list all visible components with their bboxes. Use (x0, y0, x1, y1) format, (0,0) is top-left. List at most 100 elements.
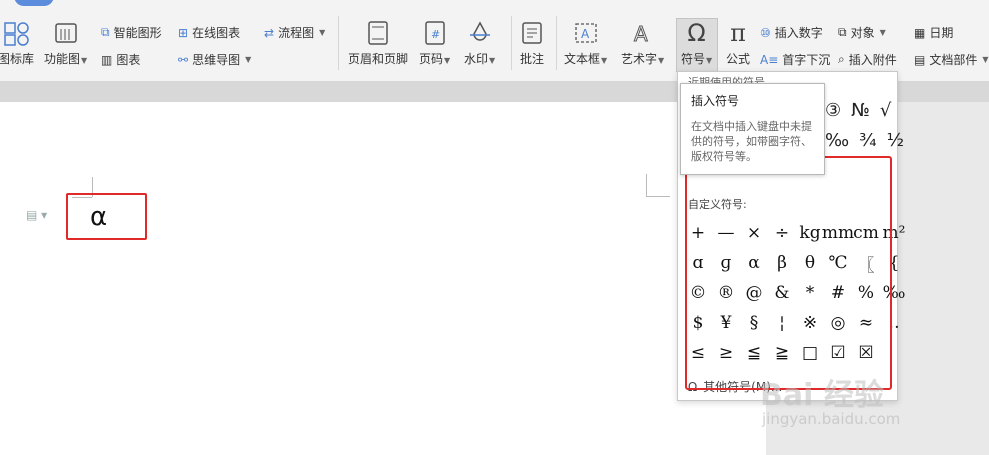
watermark-icon (468, 18, 492, 48)
flowchart-button[interactable]: ⇄ 流程图 ▼ (264, 24, 325, 41)
icon-library-label: 图标库 (0, 52, 35, 66)
recent-symbol[interactable]: ③ (825, 100, 841, 121)
insert-number-icon: ⑩ (760, 25, 771, 40)
omega-icon: Ω (687, 19, 706, 47)
tooltip: 插入符号 在文档中插入键盘中未提供的符号，如带圈字符、版权符号等。 (680, 83, 825, 175)
object-icon: ⧉ (838, 25, 847, 39)
date-label: 日期 (929, 26, 954, 40)
toolbar-separator (511, 16, 512, 70)
function-chart-label: 功能图 (44, 52, 81, 66)
drop-cap-label: 首字下沉 (782, 53, 831, 67)
chart-label: 图表 (116, 53, 141, 67)
chart-button[interactable]: ▥ 图表 (101, 51, 140, 68)
baidu-watermark: Bai 经验 (760, 378, 884, 413)
recent-symbol[interactable]: √ (880, 100, 891, 121)
paperclip-icon: ⌕ (838, 52, 845, 66)
active-tab-indicator (14, 0, 54, 6)
svg-text:A: A (581, 27, 590, 41)
function-chart-button[interactable]: 功能图▼ (44, 18, 87, 67)
ribbon-toolbar: 图标库 功能图▼ ⧉ 智能图形 ▥ 图表 ⊞ 在线图表 ⚯ 思维导图 ▼ ⇄ 流… (0, 0, 989, 82)
page-number-button[interactable]: # 页码▼ (419, 18, 450, 67)
mind-map-icon: ⚯ (178, 52, 189, 67)
online-chart-button[interactable]: ⊞ 在线图表 (178, 24, 240, 41)
annotation-highlight-box (685, 156, 892, 390)
toolbar-separator (556, 16, 557, 70)
header-footer-icon (366, 18, 390, 48)
symbol-button[interactable]: Ω 符号▼ (681, 18, 712, 67)
calendar-icon: ▦ (914, 25, 926, 40)
symbol-label: 符号 (681, 52, 706, 66)
object-label: 对象 (850, 26, 875, 40)
insert-number-button[interactable]: ⑩ 插入数字 (760, 24, 823, 41)
recent-symbol[interactable]: ¾ (859, 130, 876, 151)
word-art-button[interactable]: A 艺术字▼ (621, 18, 664, 67)
margin-corner-mark (646, 174, 647, 196)
comment-label: 批注 (520, 52, 545, 66)
chevron-down-icon: ▼ (245, 55, 252, 64)
header-footer-label: 页眉和页脚 (348, 52, 409, 66)
page-number-icon: # (423, 18, 447, 48)
recent-symbols-row: ‰ ¾ ½ (825, 130, 904, 151)
text-box-icon: A (573, 18, 599, 48)
insert-number-label: 插入数字 (774, 26, 823, 40)
tooltip-body: 在文档中插入键盘中未提供的符号，如带圈字符、版权符号等。 (691, 120, 812, 163)
chevron-down-icon: ▼ (879, 28, 886, 37)
chevron-down-icon: ▼ (982, 55, 989, 64)
chevron-down-icon: ▼ (489, 56, 496, 65)
paragraph-options-icon[interactable]: ▤ ▾ (26, 208, 47, 222)
date-button[interactable]: ▦ 日期 (914, 24, 953, 41)
chevron-down-icon: ▼ (81, 56, 88, 65)
insert-attachment-label: 插入附件 (848, 53, 897, 67)
doc-parts-label: 文档部件 (929, 53, 978, 67)
page-number-label: 页码 (419, 52, 444, 66)
text-box-label: 文本框 (564, 52, 601, 66)
header-footer-button[interactable]: 页眉和页脚 (348, 18, 408, 67)
smart-art-button[interactable]: ⧉ 智能图形 (101, 24, 162, 41)
annotation-highlight-box (66, 193, 147, 240)
comment-icon (520, 18, 544, 48)
mind-map-label: 思维导图 (192, 53, 241, 67)
equation-label: 公式 (726, 52, 751, 66)
icon-library-icon (3, 18, 29, 48)
smart-art-label: 智能图形 (113, 26, 162, 40)
watermark-label: 水印 (464, 52, 489, 66)
svg-text:#: # (431, 28, 440, 41)
chevron-down-icon: ▼ (658, 56, 665, 65)
toolbar-separator (338, 16, 339, 70)
bar-chart-icon: ▥ (101, 52, 113, 67)
equation-button[interactable]: π 公式 (726, 18, 750, 67)
margin-corner-mark (646, 196, 670, 197)
chevron-down-icon: ▼ (706, 56, 713, 65)
flowchart-icon: ⇄ (264, 25, 275, 40)
drop-cap-button[interactable]: A≡ 首字下沉 (760, 51, 830, 68)
baidu-watermark-url: jingyan.baidu.com (762, 410, 901, 428)
recent-symbol[interactable]: ½ (887, 130, 904, 151)
recent-symbols-row: ③ № √ (825, 100, 891, 121)
drop-cap-icon: A≡ (760, 52, 779, 67)
word-art-label: 艺术字 (621, 52, 658, 66)
svg-text:A: A (634, 22, 648, 46)
document-page[interactable]: ▤ ▾ α (0, 102, 766, 455)
icon-library-button[interactable]: 图标库 (0, 18, 34, 67)
online-chart-label: 在线图表 (192, 26, 241, 40)
recent-symbol[interactable]: № (851, 100, 870, 121)
function-chart-icon (53, 18, 79, 48)
smart-art-icon: ⧉ (101, 25, 110, 39)
chevron-down-icon: ▼ (319, 28, 326, 37)
online-chart-icon: ⊞ (178, 25, 189, 40)
insert-attachment-button[interactable]: ⌕ 插入附件 (838, 51, 897, 68)
comment-button[interactable]: 批注 (520, 18, 544, 67)
watermark-button[interactable]: 水印▼ (464, 18, 495, 67)
flowchart-label: 流程图 (278, 26, 315, 40)
text-box-button[interactable]: A 文本框▼ (564, 18, 607, 67)
word-art-icon: A (630, 18, 656, 48)
chevron-down-icon: ▼ (444, 56, 451, 65)
doc-parts-icon: ▤ (914, 52, 926, 67)
mind-map-button[interactable]: ⚯ 思维导图 ▼ (178, 51, 251, 68)
chevron-down-icon: ▼ (601, 56, 608, 65)
doc-parts-button[interactable]: ▤ 文档部件 ▼ (914, 51, 989, 68)
recent-symbol[interactable]: ‰ (825, 130, 849, 151)
tooltip-title: 插入符号 (691, 94, 740, 108)
pi-icon: π (730, 19, 746, 47)
object-button[interactable]: ⧉ 对象 ▼ (838, 24, 886, 41)
